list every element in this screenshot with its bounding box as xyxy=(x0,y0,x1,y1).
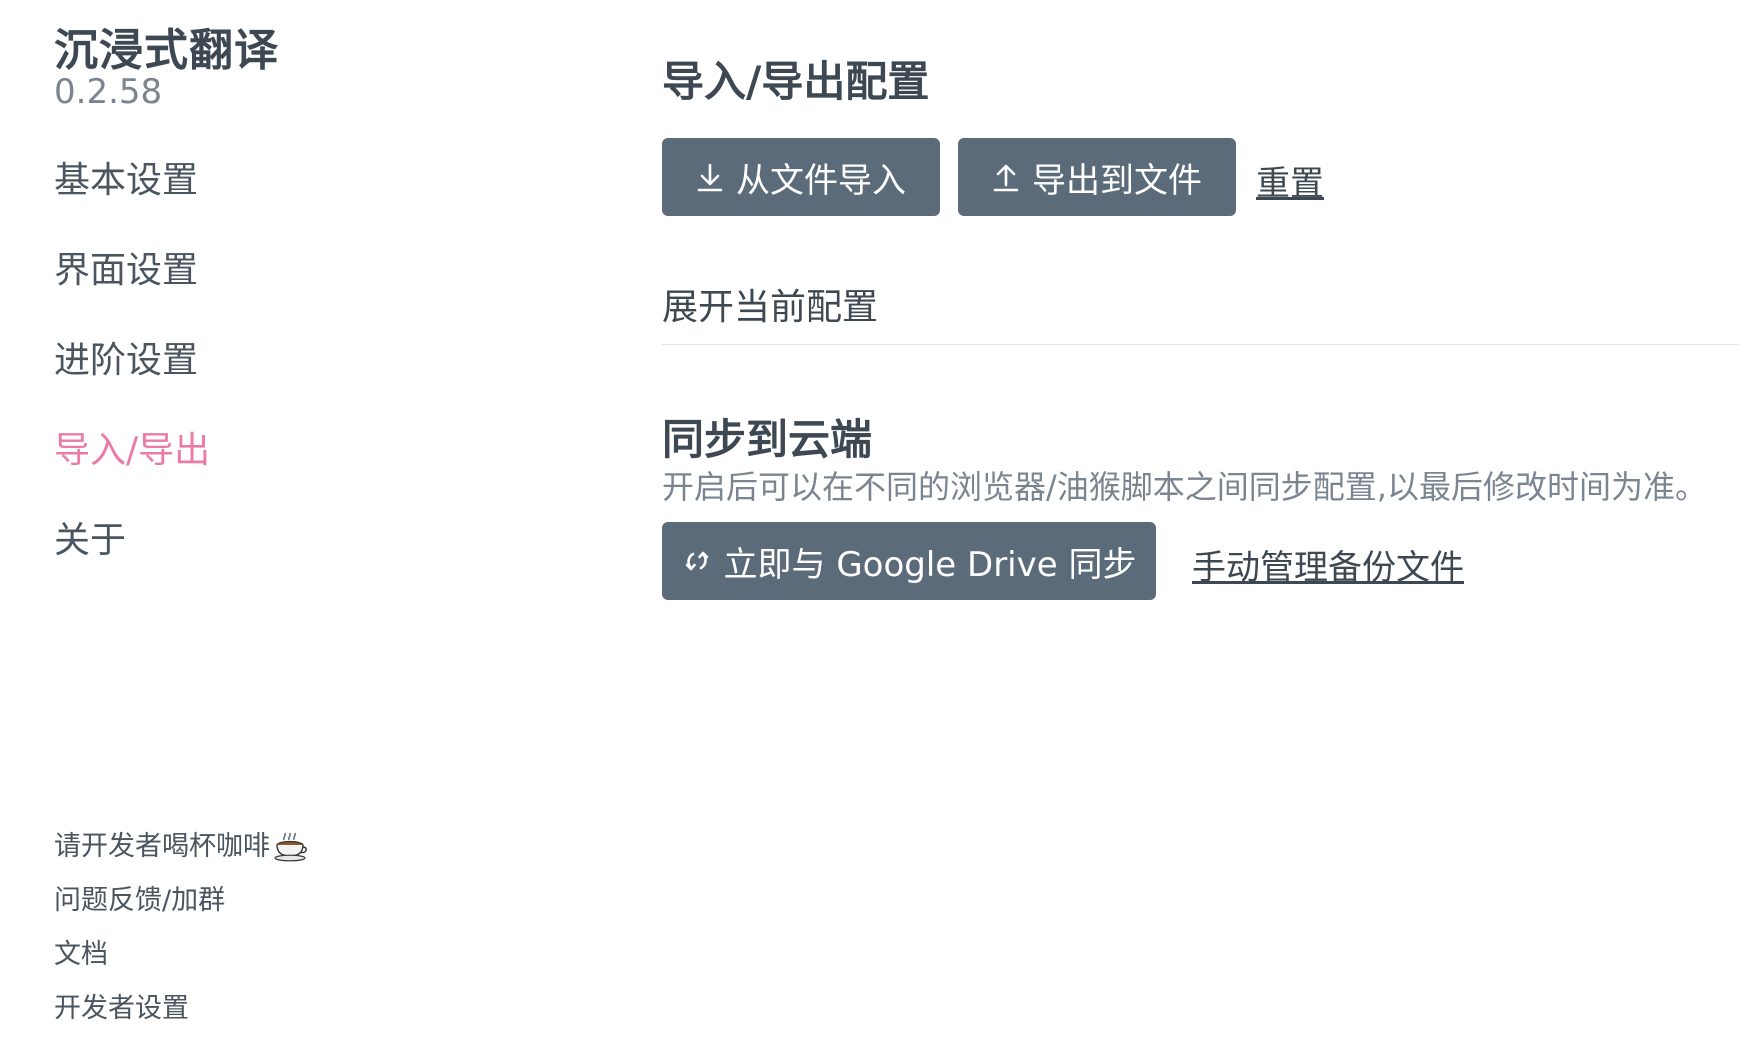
sync-google-drive-button[interactable]: 立即与 Google Drive 同步 xyxy=(662,522,1156,600)
import-button-label: 从文件导入 xyxy=(736,160,906,201)
export-to-file-button[interactable]: 导出到文件 xyxy=(958,138,1236,216)
sidebar-item-import-export[interactable]: 导入/导出 xyxy=(54,424,210,514)
docs-link[interactable]: 文档 xyxy=(54,928,308,982)
import-from-file-button[interactable]: 从文件导入 xyxy=(662,138,940,216)
feedback-link[interactable]: 问题反馈/加群 xyxy=(54,874,308,928)
export-button-label: 导出到文件 xyxy=(1032,160,1202,201)
app-title: 沉浸式翻译 xyxy=(54,25,279,76)
sync-cloud-title: 同步到云端 xyxy=(662,415,873,464)
buy-coffee-link[interactable]: 请开发者喝杯咖啡 xyxy=(54,820,308,874)
sidebar-footer: 请开发者喝杯咖啡 问题反馈/加群 文档 开发者设置 xyxy=(54,820,308,1036)
sync-description: 开启后可以在不同的浏览器/油猴脚本之间同步配置,以最后修改时间为准。 xyxy=(662,468,1707,506)
expand-current-config[interactable]: 展开当前配置 xyxy=(662,282,1739,345)
app-version: 0.2.58 xyxy=(54,72,163,112)
manage-backup-files-link[interactable]: 手动管理备份文件 xyxy=(1192,540,1464,589)
sidebar-item-about[interactable]: 关于 xyxy=(54,514,210,604)
sidebar: 沉浸式翻译 0.2.58 基本设置 界面设置 进阶设置 导入/导出 关于 请开发… xyxy=(54,0,574,1052)
sidebar-item-advanced-settings[interactable]: 进阶设置 xyxy=(54,334,210,424)
main-content: 导入/导出配置 从文件导入 导出到文件 重置 展开当前配置 同步到云端 开启后可… xyxy=(662,0,1739,1052)
sidebar-item-basic-settings[interactable]: 基本设置 xyxy=(54,154,210,244)
download-icon xyxy=(697,163,723,192)
sidebar-nav: 基本设置 界面设置 进阶设置 导入/导出 关于 xyxy=(54,154,210,604)
options-page: 沉浸式翻译 0.2.58 基本设置 界面设置 进阶设置 导入/导出 关于 请开发… xyxy=(0,0,1739,1052)
developer-settings-link[interactable]: 开发者设置 xyxy=(54,982,308,1036)
coffee-cup-icon xyxy=(274,832,307,862)
sync-icon xyxy=(685,551,708,571)
import-export-title: 导入/导出配置 xyxy=(662,57,930,106)
upload-icon xyxy=(993,164,1019,192)
buy-coffee-label: 请开发者喝杯咖啡 xyxy=(54,831,270,862)
sync-button-label: 立即与 Google Drive 同步 xyxy=(723,544,1137,585)
sidebar-item-interface-settings[interactable]: 界面设置 xyxy=(54,244,210,334)
reset-link[interactable]: 重置 xyxy=(1256,156,1324,205)
